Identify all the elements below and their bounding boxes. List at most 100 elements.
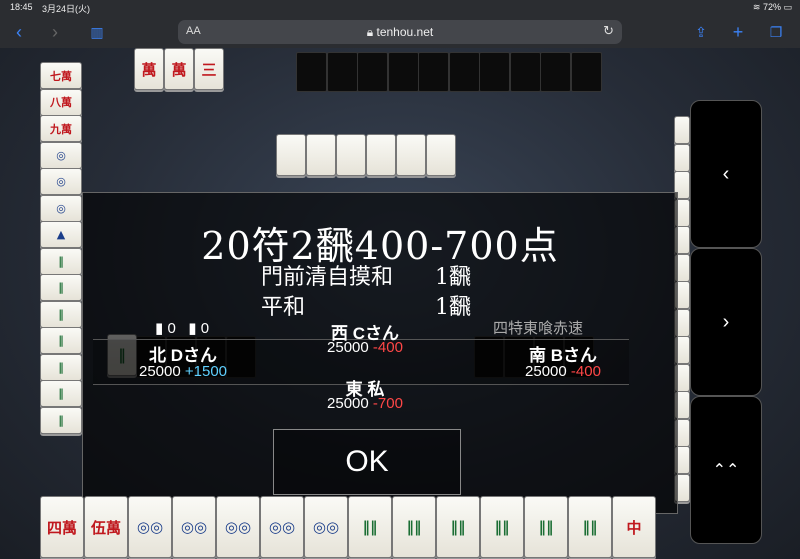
left-opponent-tile: 九萬: [40, 115, 82, 142]
battery-icon: ▭: [780, 2, 792, 12]
lock-icon: 🔒︎: [366, 25, 377, 39]
east-delta: -700: [372, 395, 403, 412]
north-delta: +1500: [184, 363, 228, 380]
west-points: 25000: [327, 339, 369, 356]
west-player-score: 25000 -400: [295, 339, 435, 356]
left-opponent-tile: ‖: [40, 380, 82, 407]
left-tile-glyph: ▲: [56, 228, 66, 241]
url-host: tenhou.net: [376, 25, 434, 39]
browser-toolbar: ‹ › ▥ AA 🔒︎ tenhou.net ↻ ⇪ + ❐: [0, 16, 800, 49]
honba-stick-icon: ▮: [155, 320, 164, 337]
left-opponent-tile: ◎: [40, 168, 82, 195]
back-button[interactable]: ‹: [8, 21, 30, 43]
hand-tile[interactable]: 四萬: [40, 496, 84, 558]
honba-count: 0: [167, 320, 176, 337]
battery-level: 72%: [762, 2, 781, 12]
top-opponent-tile: 萬: [164, 48, 194, 90]
center-tile: [426, 134, 456, 176]
left-opponent-tile: ‖: [40, 327, 82, 354]
hand-tile[interactable]: ‖‖: [568, 496, 612, 558]
next-button[interactable]: ›: [690, 248, 762, 396]
left-tile-glyph: 七萬: [50, 69, 72, 83]
yaku-han-2: 1飜: [435, 295, 471, 320]
center-tile: [336, 134, 366, 176]
hand-tile[interactable]: ‖‖: [480, 496, 524, 558]
left-tile-glyph: ‖: [58, 254, 64, 268]
hand-tile-glyph: ◎◎: [268, 518, 296, 536]
wall-tile-back: [509, 52, 541, 92]
hand-tile[interactable]: ‖‖: [524, 496, 568, 558]
reload-button[interactable]: ↻: [603, 23, 614, 39]
left-opponent-tile: 八萬: [40, 88, 82, 116]
hand-tile[interactable]: ◎◎: [128, 496, 172, 558]
bookmarks-icon[interactable]: ▥: [86, 21, 108, 43]
left-opponent-tile: ◎: [40, 141, 82, 169]
right-wall-tile: [674, 143, 690, 172]
left-opponent-tile: ‖: [40, 353, 82, 381]
tabs-icon[interactable]: ❐: [765, 21, 787, 43]
url-text: 🔒︎ tenhou.net: [178, 25, 622, 40]
center-tile: [306, 134, 336, 176]
top-tile-glyph: 萬: [171, 60, 187, 79]
wall-tile-back: [570, 52, 602, 92]
west-delta: -400: [372, 339, 403, 356]
north-player-score: 25000 +1500: [113, 363, 253, 380]
hand-tile-glyph: ‖‖: [450, 518, 466, 536]
top-tile-glyph: 三: [201, 60, 217, 79]
south-player-score: 25000 -400: [483, 363, 643, 380]
game-area: 七萬八萬九萬◎◎◎▲‖‖‖‖‖‖‖ 萬萬三 ‖ 20符2飜400-700点 門前…: [0, 48, 800, 559]
hand-tile[interactable]: ‖‖: [392, 496, 436, 558]
hand-tile[interactable]: 中: [612, 496, 656, 558]
forward-button[interactable]: ›: [44, 21, 66, 43]
expand-button[interactable]: ⌃⌃: [690, 396, 762, 544]
top-opponent-tile: 萬: [134, 48, 164, 90]
hand-tile-glyph: ‖‖: [362, 518, 378, 536]
hand-tile-glyph: ‖‖: [582, 518, 598, 536]
share-icon[interactable]: ⇪: [690, 21, 712, 43]
address-bar[interactable]: AA 🔒︎ tenhou.net ↻: [178, 20, 622, 44]
status-bar: 18:45 3月24日(火) ≋ 72% ▭: [0, 0, 800, 16]
status-right: ≋ 72% ▭: [753, 2, 792, 13]
left-tile-glyph: ‖: [58, 334, 64, 347]
left-opponent-tile: ‖: [40, 406, 82, 434]
hand-tile-glyph: ‖‖: [406, 518, 422, 536]
win-result-dialog: 20符2飜400-700点 門前清自摸和 1飜 平和 1飜 ▮ 0 ▮ 0 四特…: [82, 192, 678, 514]
left-tile-glyph: ‖: [58, 360, 64, 374]
north-points: 25000: [138, 363, 181, 380]
wall-tile-back: [479, 52, 510, 92]
right-wall-tile: [674, 116, 690, 144]
left-tile-glyph: 八萬: [50, 96, 72, 109]
new-tab-icon[interactable]: +: [727, 21, 749, 43]
wall-tile-back: [540, 52, 571, 92]
riichi-count: 0: [200, 320, 210, 337]
wall-tile-back: [387, 52, 419, 92]
left-tile-glyph: ‖: [58, 413, 64, 427]
east-player-score: 25000 -700: [295, 395, 435, 412]
hand-tile-glyph: ‖‖: [538, 518, 554, 536]
left-tile-glyph: ‖: [58, 307, 64, 321]
hand-tile-glyph: ◎◎: [136, 518, 164, 536]
hand-tile[interactable]: ◎◎: [172, 496, 216, 558]
left-opponent-tile: ‖: [40, 274, 82, 301]
hand-tile-glyph: ◎◎: [224, 518, 252, 536]
south-delta: -400: [570, 363, 601, 380]
hand-tile[interactable]: ‖‖: [348, 496, 392, 558]
status-time: 18:45: [10, 2, 33, 12]
status-date: 3月24日(火): [42, 4, 91, 14]
wall-tile-back: [326, 52, 358, 92]
wall-tile-back: [418, 52, 449, 92]
center-tile: [276, 134, 306, 176]
left-tile-glyph: ◎: [56, 148, 66, 162]
riichi-stick-icon: ▮: [188, 320, 197, 337]
hand-tile[interactable]: ◎◎: [260, 496, 304, 558]
wall-tile-back: [296, 52, 327, 92]
hand-tile[interactable]: 伍萬: [84, 496, 128, 558]
hand-tile[interactable]: ◎◎: [216, 496, 260, 558]
prev-button[interactable]: ‹: [690, 100, 762, 248]
hand-tile[interactable]: ‖‖: [436, 496, 480, 558]
hand-tile-glyph: ◎◎: [312, 518, 340, 536]
left-opponent-tile: 七萬: [40, 62, 82, 89]
wifi-icon: ≋: [752, 2, 763, 12]
hand-tile[interactable]: ◎◎: [304, 496, 348, 558]
ok-button[interactable]: OK: [273, 429, 461, 495]
